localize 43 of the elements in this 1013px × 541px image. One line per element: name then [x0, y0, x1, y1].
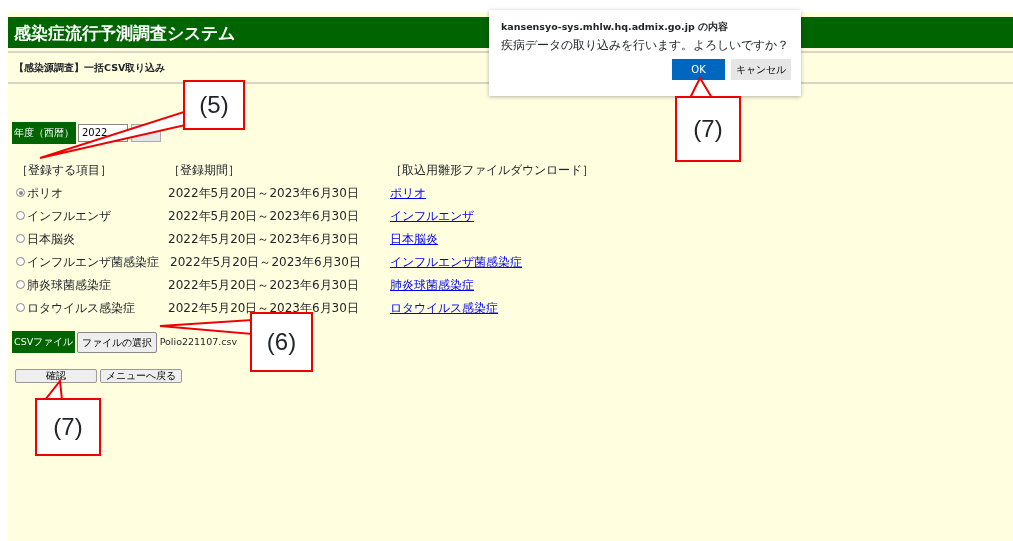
- item-label: 肺炎球菌感染症: [27, 276, 111, 294]
- dialog-title: kansensyo-sys.mhlw.hq.admix.go.jp の内容: [501, 20, 730, 34]
- period-text: 2022年5月20日～2023年6月30日: [168, 208, 359, 223]
- item-label: ポリオ: [27, 184, 63, 202]
- column-header: ［登録する項目］: [16, 161, 113, 179]
- callout-label: (7): [35, 398, 101, 456]
- confirm-button[interactable]: 確認: [15, 369, 97, 384]
- radio-button[interactable]: [16, 188, 25, 197]
- period-text: 2022年5月20日～2023年6月30日: [169, 254, 361, 269]
- column-header: ［登録期間］: [168, 161, 241, 179]
- callout-label: (6): [250, 312, 313, 372]
- item-label: 日本脳炎: [27, 230, 75, 248]
- item-label: インフルエンザ: [27, 207, 111, 225]
- period-text: 2022年5月20日～2023年6月30日: [168, 277, 359, 292]
- radio-button[interactable]: [16, 257, 25, 266]
- csv-label: CSVファイル: [12, 331, 76, 354]
- template-link[interactable]: ポリオ: [390, 185, 426, 200]
- period-text: 2022年5月20日～2023年6月30日: [168, 185, 359, 200]
- item-label: ロタウイルス感染症: [27, 299, 135, 317]
- callout-label: (5): [183, 80, 245, 130]
- callout-label: (7): [675, 96, 741, 162]
- radio-button[interactable]: [16, 280, 25, 289]
- file-select-button[interactable]: ファイルの選択: [77, 331, 158, 353]
- file-name: Polio221107.csv: [159, 335, 238, 349]
- template-link[interactable]: インフルエンザ菌感染症: [390, 254, 522, 269]
- column-header: ［取込用雛形ファイルダウンロード］: [390, 161, 594, 179]
- radio-button[interactable]: [16, 303, 25, 312]
- template-link[interactable]: 肺炎球菌感染症: [390, 277, 474, 292]
- back-button[interactable]: メニューへ戻る: [100, 369, 182, 384]
- page-title: 【感染源調査】一括CSV取り込み: [14, 61, 166, 73]
- radio-button[interactable]: [16, 211, 25, 220]
- item-label: インフルエンザ菌感染症: [27, 253, 159, 271]
- period-text: 2022年5月20日～2023年6月30日: [168, 300, 359, 315]
- app-title: 感染症流行予測調査システム: [14, 23, 235, 43]
- ok-button[interactable]: OK: [672, 59, 725, 80]
- template-link[interactable]: ロタウイルス感染症: [390, 300, 498, 315]
- radio-button[interactable]: [16, 234, 25, 243]
- year-label: 年度（西暦）: [12, 121, 76, 144]
- cancel-button[interactable]: キャンセル: [731, 59, 791, 80]
- template-link[interactable]: インフルエンザ: [390, 208, 474, 223]
- dialog-message: 疾病データの取り込みを行います。よろしいですか？: [501, 36, 789, 54]
- template-link[interactable]: 日本脳炎: [390, 231, 438, 246]
- period-text: 2022年5月20日～2023年6月30日: [168, 231, 359, 246]
